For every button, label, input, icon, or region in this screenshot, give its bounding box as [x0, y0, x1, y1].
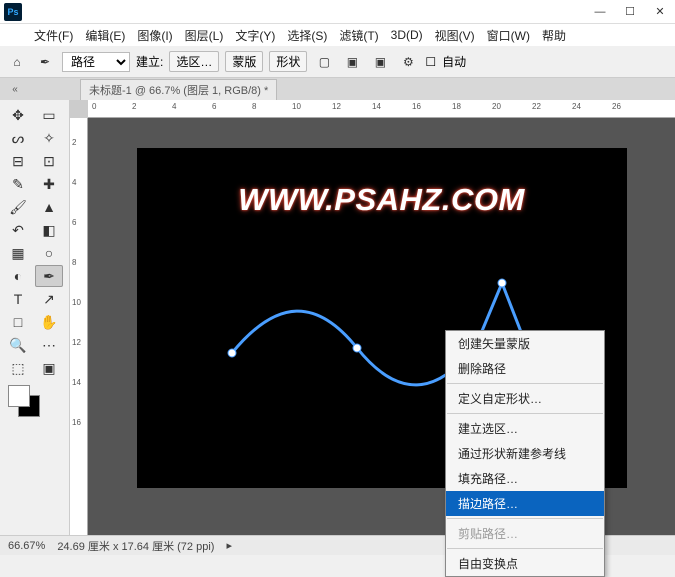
- app-logo: Ps: [4, 3, 22, 21]
- pen-tool[interactable]: ✒: [35, 265, 63, 287]
- eyedropper-tool[interactable]: ✎: [4, 173, 32, 195]
- ctx-stroke-path[interactable]: 描边路径…: [446, 491, 604, 516]
- auto-checkbox[interactable]: ☐: [425, 55, 436, 69]
- hand-tool[interactable]: ✋: [35, 311, 63, 333]
- options-bar: ⌂ ✒ 路径 建立: 选区… 蒙版 形状 ▢ ▣ ▣ ⚙ ☐ 自动: [0, 46, 675, 78]
- ctx-create-vector-mask[interactable]: 创建矢量蒙版: [446, 331, 604, 356]
- eraser-tool[interactable]: ◧: [35, 219, 63, 241]
- make-mask-button[interactable]: 蒙版: [225, 51, 263, 72]
- brush-tool[interactable]: 🖌: [4, 196, 32, 218]
- menu-edit[interactable]: 编辑(E): [79, 27, 131, 44]
- menu-view[interactable]: 视图(V): [429, 27, 481, 44]
- ctx-separator: [447, 413, 603, 414]
- context-menu: 创建矢量蒙版 删除路径 定义自定形状… 建立选区… 通过形状新建参考线 填充路径…: [445, 330, 605, 577]
- collapse-panels-icon[interactable]: «: [8, 78, 22, 100]
- maximize-button[interactable]: ☐: [615, 0, 645, 24]
- menubar: 文件(F) 编辑(E) 图像(I) 图层(L) 文字(Y) 选择(S) 滤镜(T…: [0, 24, 675, 46]
- gradient-tool[interactable]: ▦: [4, 242, 32, 264]
- menu-filter[interactable]: 滤镜(T): [333, 27, 384, 44]
- spot-heal-tool[interactable]: ✚: [35, 173, 63, 195]
- make-selection-button[interactable]: 选区…: [169, 51, 219, 72]
- menu-layer[interactable]: 图层(L): [179, 27, 230, 44]
- ctx-fill-path[interactable]: 填充路径…: [446, 466, 604, 491]
- document-tab[interactable]: 未标题-1 @ 66.7% (图层 1, RGB/8) *: [80, 79, 277, 100]
- marquee-tool[interactable]: ᔕ: [4, 127, 32, 149]
- home-icon[interactable]: ⌂: [6, 51, 28, 73]
- path-arrangement-icon[interactable]: ▣: [369, 51, 391, 73]
- foreground-color[interactable]: [8, 385, 30, 407]
- crop-tool[interactable]: ⊟: [4, 150, 32, 172]
- blur-tool[interactable]: ○: [35, 242, 63, 264]
- lasso-tool[interactable]: ✧: [35, 127, 63, 149]
- ctx-delete-path[interactable]: 删除路径: [446, 356, 604, 381]
- ctx-separator: [447, 518, 603, 519]
- toolbox: ✥ ▭ ᔕ ✧ ⊟ ⊡ ✎ ✚ 🖌 ▲ ↶ ◧ ▦ ○ ◐ ✒ T ↗ □ ✋ …: [0, 100, 70, 535]
- status-arrow-icon[interactable]: ▸: [226, 539, 232, 552]
- horizontal-ruler[interactable]: 02468101214161820222426: [88, 100, 675, 118]
- rectangle-tool[interactable]: □: [4, 311, 32, 333]
- foreground-toggle[interactable]: ⬚: [4, 357, 32, 379]
- path-mode-select[interactable]: 路径: [62, 52, 130, 72]
- window-controls: — ☐ ✕: [585, 0, 675, 24]
- create-label: 建立:: [136, 53, 163, 70]
- ctx-clip-path: 剪贴路径…: [446, 521, 604, 546]
- edit-toolbar[interactable]: ⋯: [35, 334, 63, 356]
- ctx-make-selection[interactable]: 建立选区…: [446, 416, 604, 441]
- ctx-new-guide[interactable]: 通过形状新建参考线: [446, 441, 604, 466]
- move-tool[interactable]: ✥: [4, 104, 32, 126]
- menu-window[interactable]: 窗口(W): [481, 27, 536, 44]
- ctx-separator: [447, 548, 603, 549]
- make-shape-button[interactable]: 形状: [269, 51, 307, 72]
- artboard-tool[interactable]: ▭: [35, 104, 63, 126]
- dodge-tool[interactable]: ◐: [4, 265, 32, 287]
- menu-image[interactable]: 图像(I): [131, 27, 178, 44]
- menu-3d[interactable]: 3D(D): [385, 28, 429, 42]
- quick-mask-tool[interactable]: ▣: [35, 357, 63, 379]
- color-swatches[interactable]: [4, 385, 65, 421]
- auto-label: 自动: [442, 53, 466, 70]
- path-alignment-icon[interactable]: ▣: [341, 51, 363, 73]
- type-tool[interactable]: T: [4, 288, 32, 310]
- titlebar: Ps — ☐ ✕: [0, 0, 675, 24]
- history-brush-tool[interactable]: ↶: [4, 219, 32, 241]
- zoom-tool[interactable]: 🔍: [4, 334, 32, 356]
- menu-file[interactable]: 文件(F): [28, 27, 79, 44]
- menu-help[interactable]: 帮助: [536, 27, 572, 44]
- clone-stamp-tool[interactable]: ▲: [35, 196, 63, 218]
- menu-type[interactable]: 文字(Y): [229, 27, 281, 44]
- close-button[interactable]: ✕: [645, 0, 675, 24]
- document-tab-row: « 未标题-1 @ 66.7% (图层 1, RGB/8) *: [0, 78, 675, 100]
- path-selection-tool[interactable]: ↗: [35, 288, 63, 310]
- ctx-separator: [447, 383, 603, 384]
- zoom-readout[interactable]: 66.67%: [8, 540, 45, 552]
- ctx-define-shape[interactable]: 定义自定形状…: [446, 386, 604, 411]
- path-operations-icon[interactable]: ▢: [313, 51, 335, 73]
- dimensions-readout: 24.69 厘米 x 17.64 厘米 (72 ppi): [57, 538, 214, 554]
- frame-tool[interactable]: ⊡: [35, 150, 63, 172]
- vertical-ruler[interactable]: 246810121416: [70, 118, 88, 535]
- gear-icon[interactable]: ⚙: [397, 51, 419, 73]
- minimize-button[interactable]: —: [585, 0, 615, 24]
- pen-tool-preset-icon[interactable]: ✒: [34, 51, 56, 73]
- menu-select[interactable]: 选择(S): [281, 27, 333, 44]
